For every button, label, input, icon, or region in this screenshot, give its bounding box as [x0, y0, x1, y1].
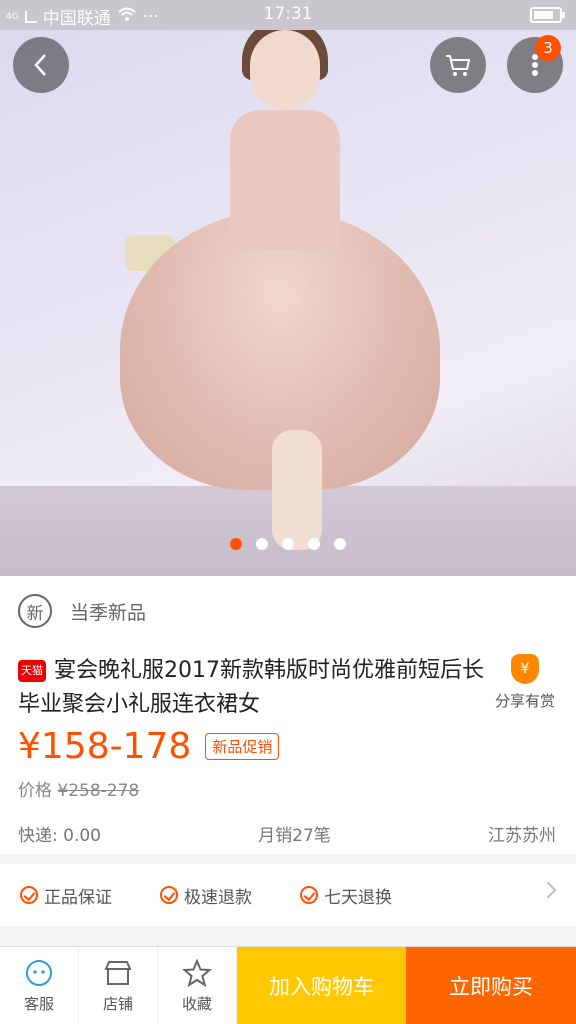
carousel-dots — [0, 538, 576, 550]
shipping-row: 快递: 0.00 月销27笔 江苏苏州 — [18, 821, 556, 846]
favorite-label: 收藏 — [181, 994, 212, 1013]
carousel-dot[interactable] — [282, 538, 294, 550]
original-price: 价格 ¥258-278 — [18, 776, 139, 801]
carousel-dot[interactable] — [334, 538, 346, 550]
new-arrival-label: 当季新品 — [70, 601, 147, 624]
money-bag-icon: ¥ — [511, 654, 539, 684]
original-price-value: ¥258-278 — [57, 781, 140, 801]
back-button[interactable] — [13, 37, 69, 93]
product-image[interactable] — [0, 30, 576, 576]
check-icon — [160, 886, 178, 904]
customer-service-button[interactable]: 客服 — [0, 947, 79, 1024]
chat-face-icon — [24, 959, 54, 987]
tmall-tag: 天猫 — [18, 660, 46, 682]
store-icon — [103, 959, 133, 987]
chevron-right-icon — [539, 881, 557, 899]
service-label: 客服 — [23, 994, 54, 1013]
battery-icon — [530, 7, 565, 23]
share-label: 分享有赏 — [494, 692, 555, 710]
new-arrival-row[interactable]: 新 当季新品 — [18, 594, 146, 628]
star-icon — [182, 958, 212, 987]
guarantee-label: 正品保证 — [44, 887, 112, 908]
store-button[interactable]: 店铺 — [79, 947, 158, 1024]
product-info: 新 当季新品 天猫 宴会晚礼服2017新款韩版时尚优雅前短后长毕业聚会小礼服连衣裙… — [0, 576, 576, 854]
promo-tag: 新品促销 — [205, 733, 280, 760]
status-bar: 4G 中国联通 ··· 17:31 — [0, 0, 576, 30]
product-title-text: 宴会晚礼服2017新款韩版时尚优雅前短后长毕业聚会小礼服连衣裙女 — [18, 658, 484, 717]
guarantee-7day-return: 七天退换 — [300, 883, 392, 908]
carousel-dot[interactable] — [256, 538, 268, 550]
store-label: 店铺 — [102, 994, 133, 1013]
check-icon — [20, 886, 38, 904]
guarantee-label: 极速退款 — [184, 887, 252, 908]
add-to-cart-button[interactable]: 加入购物车 — [237, 947, 406, 1024]
monthly-sales: 月销27笔 — [258, 826, 331, 846]
original-price-label: 价格 — [18, 781, 52, 801]
chevron-left-icon — [34, 54, 46, 76]
product-title-row: 天猫 宴会晚礼服2017新款韩版时尚优雅前短后长毕业聚会小礼服连衣裙女 — [18, 654, 488, 722]
clock: 17:31 — [263, 4, 313, 24]
image-legs — [272, 430, 322, 550]
image-model-head — [250, 30, 320, 110]
more-button[interactable]: 3 — [507, 35, 563, 93]
shipping-fee: 快递: 0.00 — [18, 826, 101, 846]
buy-now-button[interactable]: 立即购买 — [406, 947, 576, 1024]
new-badge-icon: 新 — [18, 594, 52, 628]
bottom-action-bar: 客服 店铺 收藏 加入购物车 立即购买 — [0, 946, 576, 1024]
product-title: 天猫 宴会晚礼服2017新款韩版时尚优雅前短后长毕业聚会小礼服连衣裙女 — [18, 658, 484, 717]
guarantee-bar[interactable]: 正品保证 极速退款 七天退换 — [0, 864, 576, 926]
carousel-dot[interactable] — [230, 538, 242, 550]
ship-location: 江苏苏州 — [488, 826, 556, 846]
cart-button[interactable] — [430, 37, 486, 93]
image-dress-bodice — [230, 110, 340, 250]
share-button[interactable]: ¥ 分享有赏 — [490, 654, 560, 711]
battery-fill — [534, 11, 554, 19]
guarantee-fast-refund: 极速退款 — [160, 883, 252, 908]
favorite-button[interactable]: 收藏 — [158, 947, 237, 1024]
more-badge: 3 — [535, 35, 561, 61]
guarantee-label: 七天退换 — [324, 887, 392, 908]
current-price: ¥158-178 — [18, 726, 192, 767]
check-icon — [300, 886, 318, 904]
cart-icon — [446, 55, 471, 76]
price-row: ¥158-178 新品促销 — [18, 726, 280, 767]
carousel-dot[interactable] — [308, 538, 320, 550]
guarantee-authentic: 正品保证 — [20, 883, 112, 908]
